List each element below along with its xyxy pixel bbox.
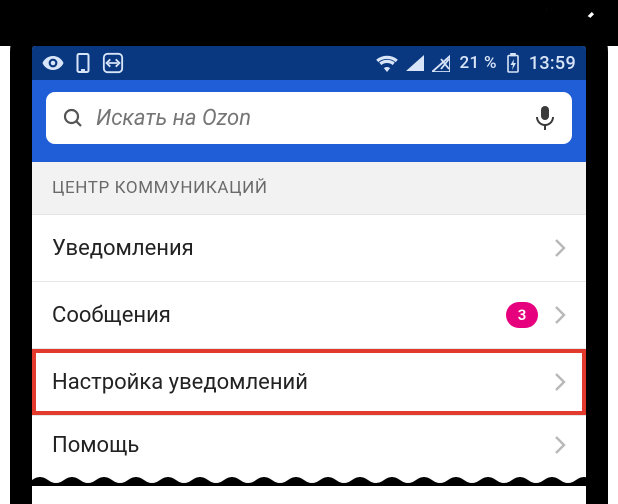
signal-off-icon (432, 54, 450, 72)
search-icon (60, 105, 86, 131)
clock: 13:59 (529, 53, 576, 74)
eye-icon (42, 56, 64, 70)
list: Уведомления Сообщения 3 Настройка уведом (32, 215, 586, 474)
screen: 21 % 13:59 (32, 46, 586, 504)
chevron-right-icon (554, 372, 566, 392)
microphone-icon[interactable] (532, 105, 558, 131)
list-item-label: Сообщения (52, 303, 171, 328)
signal-icon (406, 55, 424, 71)
list-item-help[interactable]: Помощь (32, 416, 586, 474)
section-title: ЦЕНТР КОММУНИКАЦИЙ (32, 162, 586, 215)
list-item-label: Настройка уведомлений (52, 370, 308, 395)
badge-count: 3 (506, 302, 538, 328)
battery-charging-icon (507, 53, 519, 73)
device-icon (76, 53, 90, 73)
search-input[interactable] (96, 106, 522, 131)
search-box[interactable] (46, 92, 572, 144)
list-item-notifications[interactable]: Уведомления (32, 215, 586, 282)
list-item-notification-settings[interactable]: Настройка уведомлений (32, 349, 586, 416)
chevron-right-icon (554, 435, 566, 455)
chevron-right-icon (554, 238, 566, 258)
chevron-right-icon (554, 305, 566, 325)
list-item-label: Уведомления (52, 236, 194, 261)
teamviewer-icon (102, 52, 124, 74)
list-item-label: Помощь (52, 433, 139, 458)
app-header (32, 80, 586, 162)
list-item-messages[interactable]: Сообщения 3 (32, 282, 586, 349)
device-frame: 21 % 13:59 (0, 0, 618, 504)
status-bar: 21 % 13:59 (32, 46, 586, 80)
device-bezel: 21 % 13:59 (10, 10, 608, 504)
wifi-icon (376, 54, 398, 72)
battery-percent: 21 % (460, 53, 497, 73)
torn-edge (32, 474, 586, 486)
